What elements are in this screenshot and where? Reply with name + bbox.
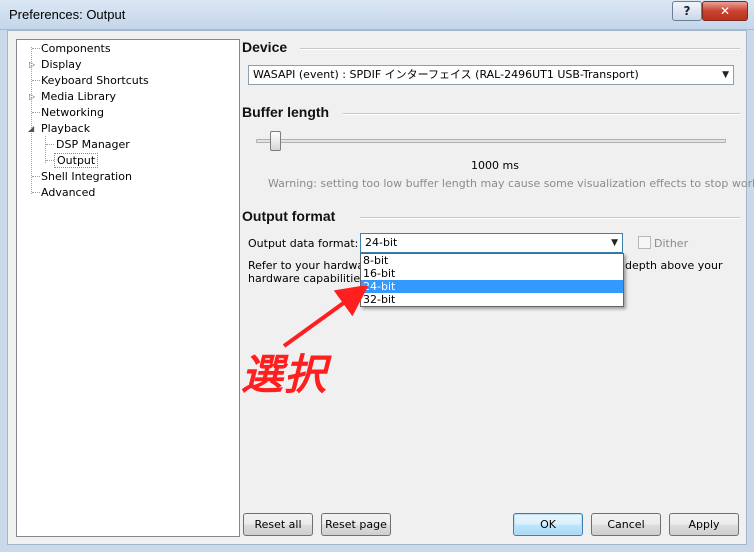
dropdown-arrow-icon: ▼ (722, 70, 729, 80)
buffer-value-label: 1000 ms (471, 159, 519, 172)
collapse-arrow-icon[interactable]: ◢ (28, 124, 35, 133)
tree-item-display[interactable]: Display (39, 57, 84, 72)
device-section-title: Device (242, 39, 288, 55)
dropdown-option-24-bit[interactable]: 24-bit (361, 280, 623, 293)
reset-all-button[interactable]: Reset all (243, 513, 313, 536)
dither-checkbox[interactable] (638, 236, 651, 249)
dither-label: Dither (654, 237, 689, 250)
section-divider (360, 217, 740, 219)
dropdown-option-32-bit[interactable]: 32-bit (361, 293, 623, 306)
format-note-line1-right: depth above your (625, 259, 723, 272)
format-note-line2-left: hardware capabilities w (248, 272, 379, 285)
dropdown-option-8-bit[interactable]: 8-bit (361, 254, 623, 267)
tree-item-shell-integration[interactable]: Shell Integration (39, 169, 134, 184)
format-note-line1-left: Refer to your hardwar (248, 259, 369, 272)
output-data-format-value: 24-bit (365, 236, 398, 249)
window-title: Preferences: Output (9, 7, 126, 22)
help-button[interactable]: ? (672, 1, 702, 21)
section-divider (343, 113, 740, 115)
close-button[interactable]: ✕ (702, 1, 748, 21)
tree-item-keyboard-shortcuts[interactable]: Keyboard Shortcuts (39, 73, 151, 88)
cancel-button[interactable]: Cancel (591, 513, 661, 536)
tree-item-advanced[interactable]: Advanced (39, 185, 97, 200)
tree-item-networking[interactable]: Networking (39, 105, 106, 120)
device-select[interactable]: WASAPI (event) : SPDIF インターフェイス (RAL-249… (248, 65, 734, 85)
buffer-slider-track[interactable] (256, 139, 726, 143)
tree-item-media-library[interactable]: Media Library (39, 89, 118, 104)
buffer-section-title: Buffer length (242, 104, 330, 120)
tree-item-playback[interactable]: Playback (39, 121, 92, 136)
device-select-value: WASAPI (event) : SPDIF インターフェイス (RAL-249… (253, 68, 639, 81)
apply-button[interactable]: Apply (669, 513, 739, 536)
preferences-tree[interactable]: Components ▷ Display Keyboard Shortcuts … (16, 39, 240, 537)
output-format-dropdown-list[interactable]: 8-bit 16-bit 24-bit 32-bit (360, 253, 624, 307)
expand-arrow-icon[interactable]: ▷ (29, 92, 36, 101)
tree-item-dsp-manager[interactable]: DSP Manager (54, 137, 132, 152)
tree-item-components[interactable]: Components (39, 41, 113, 56)
dropdown-option-16-bit[interactable]: 16-bit (361, 267, 623, 280)
section-divider (300, 48, 740, 50)
buffer-warning-text: Warning: setting too low buffer length m… (268, 177, 754, 190)
title-bar: Preferences: Output ? ✕ (0, 0, 754, 30)
reset-page-button[interactable]: Reset page (321, 513, 391, 536)
dropdown-arrow-icon: ▼ (611, 238, 618, 248)
ok-button[interactable]: OK (513, 513, 583, 536)
annotation-label: 選択 (241, 353, 328, 399)
tree-item-output[interactable]: Output (54, 153, 99, 168)
preferences-dialog-body: Components ▷ Display Keyboard Shortcuts … (7, 30, 754, 545)
output-data-format-select[interactable]: 24-bit ▼ (360, 233, 623, 253)
expand-arrow-icon[interactable]: ▷ (29, 60, 36, 69)
buffer-slider-thumb[interactable] (270, 131, 281, 151)
output-data-format-label: Output data format: (248, 237, 359, 250)
output-format-section-title: Output format (242, 208, 336, 224)
